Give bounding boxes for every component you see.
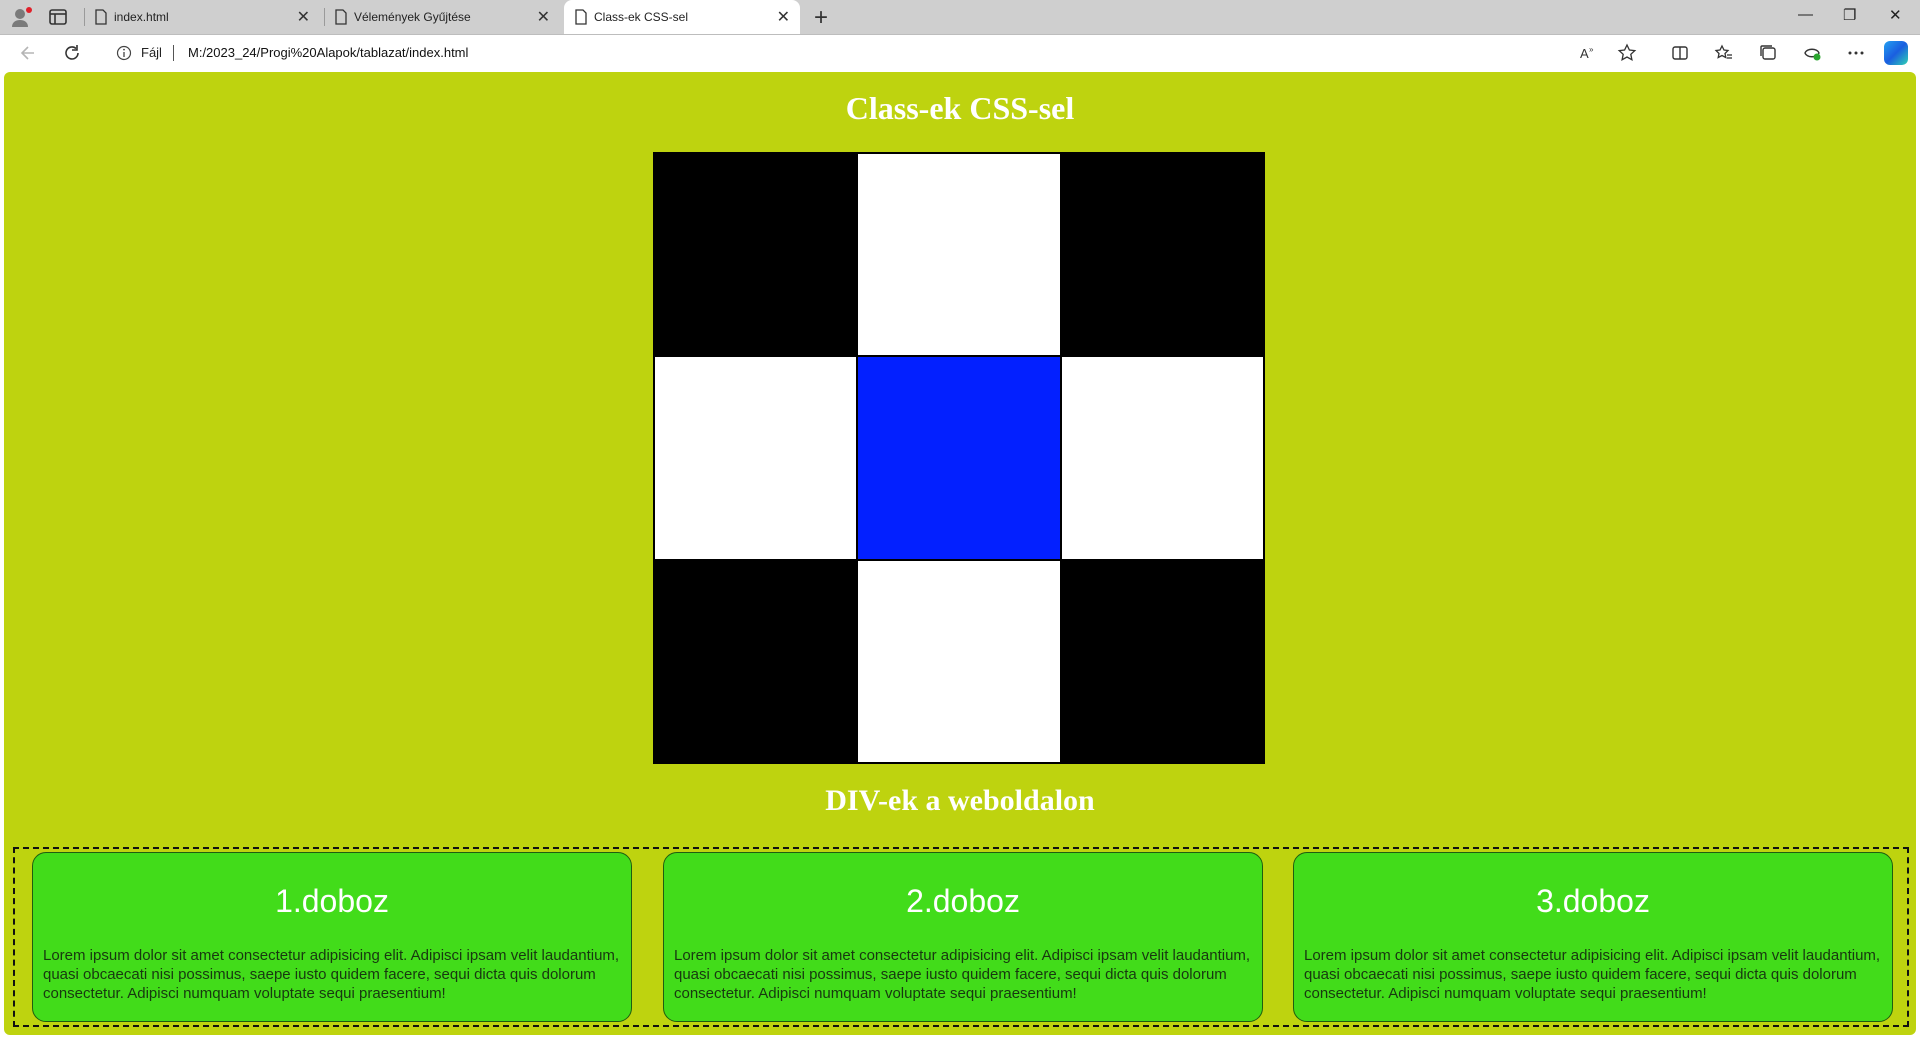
address-divider [173, 45, 174, 61]
minimize-icon[interactable]: — [1798, 6, 1813, 23]
page-heading-class-ek: Class-ek CSS-sel [845, 90, 1075, 126]
checker-board-table [653, 152, 1265, 764]
profile-avatar-icon[interactable] [10, 6, 34, 28]
close-icon[interactable]: ✕ [537, 7, 550, 27]
box-container: 1.doboz Lorem ipsum dolor sit amet conse… [13, 847, 1909, 1027]
tab-class-ek[interactable]: Class-ek CSS-sel ✕ [564, 0, 800, 34]
restore-icon[interactable]: ❐ [1843, 6, 1856, 24]
tab-actions-icon[interactable] [48, 8, 68, 26]
board-cell-white [1061, 357, 1263, 559]
tab-title: index.html [114, 10, 169, 24]
favorites-icon[interactable] [1714, 43, 1734, 63]
tab-title: Class-ek CSS-sel [594, 10, 689, 24]
web-page: Class-ek CSS-sel DIV-ek a weboldalon 1.d… [4, 72, 1916, 1035]
tab-index-html[interactable]: index.html ✕ [84, 0, 320, 34]
back-arrow-icon[interactable] [18, 43, 38, 63]
box-3: 3.doboz Lorem ipsum dolor sit amet conse… [1293, 852, 1893, 1022]
tab-velemenyek[interactable]: Vélemények Gyűjtése ✕ [324, 0, 560, 34]
split-screen-icon[interactable] [1670, 43, 1690, 63]
box-title: 3.doboz [1536, 883, 1650, 919]
box-title: 2.doboz [906, 883, 1020, 919]
box-title: 1.doboz [275, 883, 389, 919]
box-text: Lorem ipsum dolor sit amet consectetur a… [674, 947, 1251, 1002]
read-aloud-icon[interactable]: A» [1578, 43, 1598, 63]
box-1: 1.doboz Lorem ipsum dolor sit amet conse… [32, 852, 632, 1022]
board-cell-white [858, 560, 1060, 762]
favorite-star-icon[interactable] [1617, 43, 1637, 63]
copilot-icon[interactable] [1884, 41, 1908, 65]
new-tab-button[interactable]: + [814, 4, 828, 32]
board-cell-black [655, 560, 857, 762]
board-cell-black [1061, 560, 1263, 762]
board-cell-black [1061, 154, 1263, 356]
address-scheme-label: Fájl [141, 45, 162, 60]
page-heading-div-ek: DIV-ek a weboldalon [825, 784, 1095, 817]
svg-text:»: » [1589, 45, 1594, 54]
address-bar[interactable]: M:/2023_24/Progi%20Alapok/tablazat/index… [188, 45, 468, 60]
board-cell-white [655, 357, 857, 559]
board-cell-white [858, 154, 1060, 356]
page-icon [574, 9, 588, 25]
close-icon[interactable]: ✕ [777, 7, 790, 27]
refresh-icon[interactable] [62, 43, 82, 63]
tab-title: Vélemények Gyűjtése [354, 10, 471, 24]
window-close-icon[interactable]: ✕ [1889, 6, 1902, 24]
svg-text:A: A [1580, 46, 1589, 61]
browser-essentials-icon[interactable] [1802, 43, 1822, 63]
browser-toolbar: Fájl M:/2023_24/Progi%20Alapok/tablazat/… [0, 35, 1920, 71]
board-cell-blue [858, 357, 1060, 559]
tab-strip: index.html ✕ Vélemények Gyűjtése ✕ Class… [0, 0, 1920, 35]
more-icon[interactable] [1846, 43, 1866, 63]
collections-icon[interactable] [1758, 43, 1778, 63]
box-text: Lorem ipsum dolor sit amet consectetur a… [1304, 947, 1881, 1002]
box-text: Lorem ipsum dolor sit amet consectetur a… [43, 947, 620, 1002]
info-icon[interactable] [116, 45, 132, 61]
page-icon [334, 9, 348, 25]
box-2: 2.doboz Lorem ipsum dolor sit amet conse… [663, 852, 1263, 1022]
board-cell-black [655, 154, 857, 356]
close-icon[interactable]: ✕ [297, 7, 310, 27]
page-icon [94, 9, 108, 25]
